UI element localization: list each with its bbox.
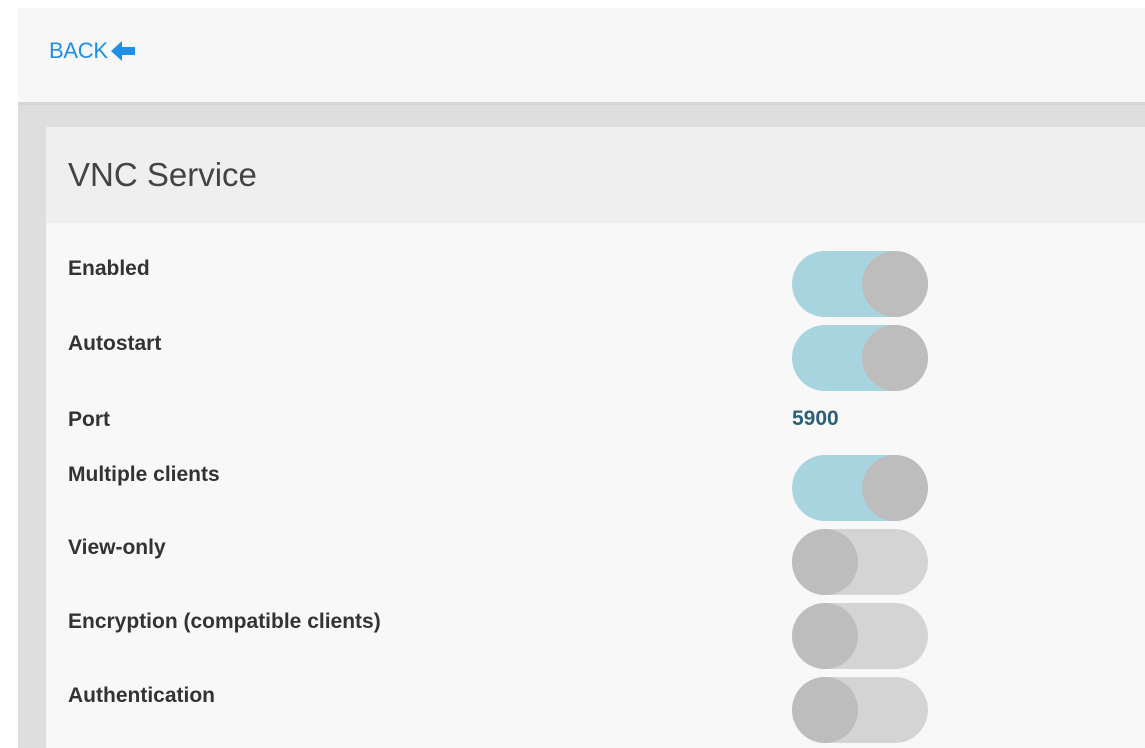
toggle-knob (792, 529, 858, 595)
view-only-label: View-only (68, 536, 166, 559)
encryption-label: Encryption (compatible clients) (68, 610, 381, 633)
authentication-label: Authentication (68, 684, 215, 707)
encryption-toggle[interactable] (792, 603, 928, 669)
top-bar (18, 8, 1145, 105)
port-value: 5900 (792, 407, 839, 430)
arrow-left-icon (110, 40, 137, 62)
multiple-clients-label: Multiple clients (68, 463, 220, 486)
autostart-toggle[interactable] (792, 325, 928, 391)
card-header: VNC Service (46, 127, 1145, 223)
toggle-knob (862, 251, 928, 317)
toggle-knob (862, 455, 928, 521)
back-label: BACK (49, 38, 108, 63)
vnc-service-card: VNC Service Enabled Autostart Port 5900 … (46, 127, 1145, 748)
multiple-clients-toggle[interactable] (792, 455, 928, 521)
authentication-toggle[interactable] (792, 677, 928, 743)
enabled-label: Enabled (68, 257, 150, 280)
back-button[interactable]: BACK (49, 38, 137, 64)
toggle-knob (792, 677, 858, 743)
port-label: Port (68, 408, 110, 431)
toggle-knob (792, 603, 858, 669)
toggle-knob (862, 325, 928, 391)
view-only-toggle[interactable] (792, 529, 928, 595)
enabled-toggle[interactable] (792, 251, 928, 317)
section-title: VNC Service (68, 156, 257, 193)
autostart-label: Autostart (68, 332, 162, 355)
